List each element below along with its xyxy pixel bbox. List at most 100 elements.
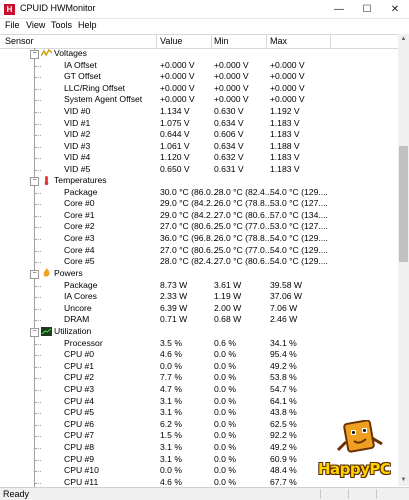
sensor-max: 62.5 % xyxy=(270,418,297,429)
sensor-name: IA Cores xyxy=(64,291,97,302)
collapse-toggle[interactable]: − xyxy=(30,50,39,59)
sensor-min: 0.0 % xyxy=(214,407,236,418)
sensor-name: Core #1 xyxy=(64,209,95,220)
sensor-max: 53.0 °C (127.... xyxy=(270,221,328,232)
header-divider[interactable] xyxy=(266,35,267,48)
close-button[interactable]: ✕ xyxy=(381,0,409,19)
sensor-value: 6.2 % xyxy=(160,418,182,429)
sensor-row[interactable]: Core #2 27.0 °C (80.6... 25.0 °C (77.0... 5… xyxy=(0,221,398,233)
sensor-name: Core #2 xyxy=(64,221,95,232)
sensor-row[interactable]: VID #4 1.120 V 0.632 V 1.183 V xyxy=(0,152,398,164)
sensor-value: +0.000 V xyxy=(160,94,195,105)
sensor-row[interactable]: VID #1 1.075 V 0.634 V 1.183 V xyxy=(0,118,398,130)
menu-tools[interactable]: Tools xyxy=(51,20,72,30)
collapse-toggle[interactable]: − xyxy=(30,177,39,186)
sensor-value: 27.0 °C (80.6... xyxy=(160,221,218,232)
tree-connector xyxy=(35,401,41,403)
sensor-value: 8.73 W xyxy=(160,279,188,290)
sensor-min: 26.0 °C (78.8... xyxy=(214,198,272,209)
sensor-max: 64.1 % xyxy=(270,395,297,406)
category-powers[interactable]: − Powers xyxy=(0,268,398,280)
sensor-min: 27.0 °C (80.6... xyxy=(214,256,272,267)
sensor-name: System Agent Offset xyxy=(64,94,143,105)
category-label: Powers xyxy=(54,268,83,278)
tree-connector xyxy=(35,158,41,160)
header-min[interactable]: Min xyxy=(214,36,229,46)
sensor-max: 34.1 % xyxy=(270,337,297,348)
sensor-max: 95.4 % xyxy=(270,349,297,360)
sensor-row[interactable]: Core #4 27.0 °C (80.6... 25.0 °C (77.0... 5… xyxy=(0,245,398,257)
category-voltages[interactable]: − Voltages xyxy=(0,48,398,60)
header-value[interactable]: Value xyxy=(160,36,182,46)
sensor-name: LLC/Ring Offset xyxy=(64,82,125,93)
sensor-row[interactable]: Uncore 6.39 W 2.00 W 7.06 W xyxy=(0,303,398,315)
sensor-row[interactable]: Core #3 36.0 °C (96.8... 26.0 °C (78.8... 5… xyxy=(0,233,398,245)
tree-connector xyxy=(35,413,41,415)
sensor-row[interactable]: GT Offset +0.000 V +0.000 V +0.000 V xyxy=(0,71,398,83)
sensor-row[interactable]: Processor 3.5 % 0.6 % 34.1 % xyxy=(0,338,398,350)
sensor-value: 3.1 % xyxy=(160,453,182,464)
tree-connector xyxy=(35,448,41,449)
sensor-row[interactable]: Package 30.0 °C (86.0... 28.0 °C (82.4... 5… xyxy=(0,187,398,199)
sensor-max: 1.183 V xyxy=(270,117,300,128)
header-divider[interactable] xyxy=(211,35,212,48)
menu-help[interactable]: Help xyxy=(78,20,97,30)
sensor-row[interactable]: VID #5 0.650 V 0.631 V 1.183 V xyxy=(0,164,398,176)
sensor-value: 0.644 V xyxy=(160,129,190,140)
tree-connector xyxy=(35,424,41,426)
sensor-min: 27.0 °C (80.6... xyxy=(214,209,272,220)
sensor-value: 1.120 V xyxy=(160,152,190,163)
scroll-up-arrow-icon[interactable]: ▲ xyxy=(398,34,409,45)
sensor-row[interactable]: Package 8.73 W 3.61 W 39.58 W xyxy=(0,280,398,292)
sensor-max: 53.8 % xyxy=(270,372,297,383)
sensor-min: 0.0 % xyxy=(214,395,236,406)
watermark-text: HappyPC xyxy=(318,460,391,478)
sensor-max: 1.188 V xyxy=(270,140,300,151)
menu-file[interactable]: File xyxy=(5,20,20,30)
sensor-row[interactable]: CPU #4 3.1 % 0.0 % 64.1 % xyxy=(0,396,398,408)
sensor-value: +0.000 V xyxy=(160,82,195,93)
sensor-row[interactable]: IA Offset +0.000 V +0.000 V +0.000 V xyxy=(0,60,398,72)
sensor-row[interactable]: CPU #2 7.7 % 0.0 % 53.8 % xyxy=(0,372,398,384)
sensor-row[interactable]: CPU #5 3.1 % 0.0 % 43.8 % xyxy=(0,407,398,419)
sensor-max: 2.46 W xyxy=(270,314,298,325)
category-temperatures[interactable]: − Temperatures xyxy=(0,175,398,187)
sensor-row[interactable]: CPU #0 4.6 % 0.0 % 95.4 % xyxy=(0,349,398,361)
collapse-toggle[interactable]: − xyxy=(30,270,39,279)
sensor-name: CPU #11 xyxy=(64,476,99,487)
sensor-row[interactable]: System Agent Offset +0.000 V +0.000 V +0.00… xyxy=(0,94,398,106)
sensor-row[interactable]: LLC/Ring Offset +0.000 V +0.000 V +0.000 V xyxy=(0,83,398,95)
header-sensor[interactable]: Sensor xyxy=(5,36,34,46)
sensor-row[interactable]: Core #5 28.0 °C (82.4... 27.0 °C (80.6... 5… xyxy=(0,256,398,268)
power-flame-icon xyxy=(43,268,50,277)
tree-connector xyxy=(35,239,41,240)
maximize-button[interactable]: ☐ xyxy=(353,0,381,19)
sensor-max: 1.183 V xyxy=(270,164,300,174)
collapse-toggle[interactable]: − xyxy=(30,328,39,337)
sensor-row[interactable]: CPU #1 0.0 % 0.0 % 49.2 % xyxy=(0,361,398,373)
tree-connector xyxy=(35,88,41,90)
sensor-row[interactable]: VID #0 1.134 V 0.630 V 1.192 V xyxy=(0,106,398,118)
minimize-button[interactable]: — xyxy=(325,0,353,19)
sensor-max: +0.000 V xyxy=(270,82,305,93)
sensor-row[interactable]: Core #0 29.0 °C (84.2... 26.0 °C (78.8... 5… xyxy=(0,198,398,210)
sensor-row[interactable]: DRAM 0.71 W 0.68 W 2.46 W xyxy=(0,314,398,326)
sensor-row[interactable]: Core #1 29.0 °C (84.2... 27.0 °C (80.6... 5… xyxy=(0,210,398,222)
sensor-value: 29.0 °C (84.2... xyxy=(160,209,218,220)
header-max[interactable]: Max xyxy=(270,36,287,46)
header-divider[interactable] xyxy=(330,35,331,48)
sensor-min: 0.630 V xyxy=(214,106,244,116)
menu-view[interactable]: View xyxy=(26,20,45,30)
category-label: Utilization xyxy=(54,326,92,336)
vertical-scrollbar[interactable]: ▲ ▼ xyxy=(398,34,409,486)
sensor-row[interactable]: CPU #3 4.7 % 0.0 % 54.7 % xyxy=(0,384,398,396)
sensor-min: 0.632 V xyxy=(214,152,244,163)
sensor-row[interactable]: VID #2 0.644 V 0.606 V 1.183 V xyxy=(0,129,398,141)
sensor-row[interactable]: IA Cores 2.33 W 1.19 W 37.06 W xyxy=(0,291,398,303)
sensor-row[interactable]: VID #3 1.061 V 0.634 V 1.188 V xyxy=(0,141,398,153)
sensor-name: CPU #7 xyxy=(64,430,95,441)
category-utilization[interactable]: − Utilization xyxy=(0,326,398,338)
scrollbar-thumb[interactable] xyxy=(399,146,408,262)
header-divider[interactable] xyxy=(156,35,157,48)
thermometer-icon xyxy=(44,176,49,185)
